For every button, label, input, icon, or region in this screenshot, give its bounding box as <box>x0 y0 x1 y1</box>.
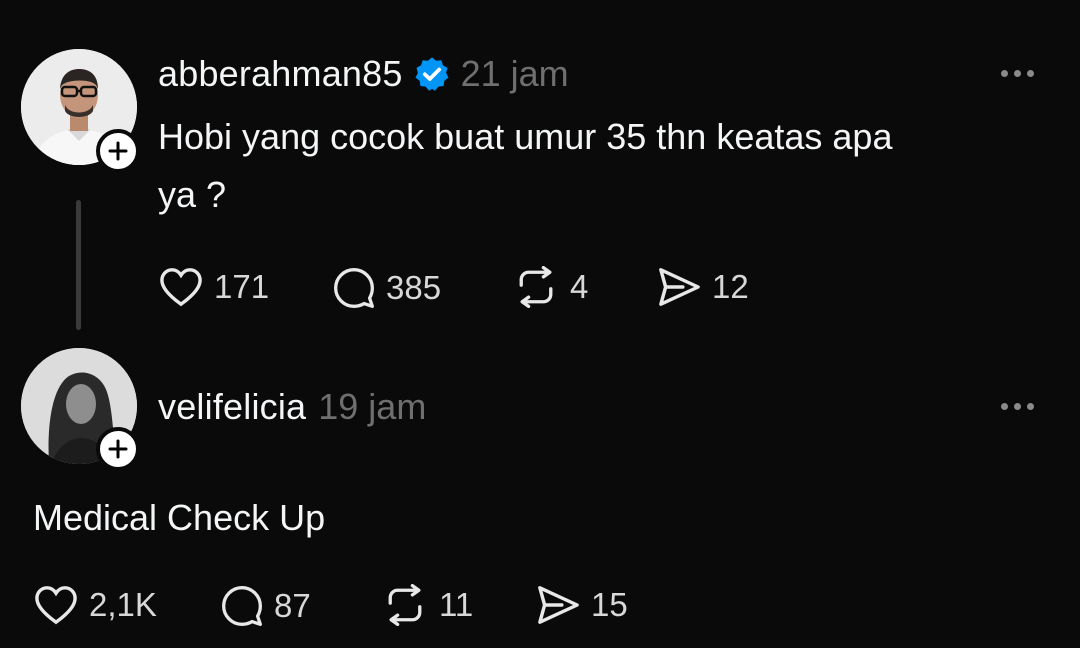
post2-username[interactable]: velifelicia <box>158 386 306 428</box>
repost-icon <box>388 584 422 626</box>
post2-reply-button[interactable]: 87 <box>220 584 311 628</box>
post1-text-line1: Hobi yang cocok buat umur 35 thn keatas … <box>158 116 893 157</box>
share-icon <box>538 586 579 624</box>
repost-icon <box>519 266 553 308</box>
post2-repost-count: 11 <box>439 586 474 623</box>
post2-text: Medical Check Up <box>33 497 326 538</box>
post1-repost-count: 4 <box>570 268 589 305</box>
heart-icon <box>35 586 77 625</box>
thread-line <box>76 200 81 330</box>
post2-more-icon[interactable] <box>1001 403 1034 410</box>
share-icon <box>659 268 700 306</box>
verified-badge-icon <box>413 55 451 93</box>
heart-icon <box>160 268 202 307</box>
comment-icon <box>334 268 374 308</box>
post1-like-count: 171 <box>214 268 270 305</box>
post1-repost-button[interactable]: 4 <box>512 266 588 308</box>
post2-like-button[interactable]: 2,1K <box>33 584 157 626</box>
follow-plus-icon[interactable] <box>96 427 140 471</box>
post2-share-button[interactable]: 15 <box>535 584 628 626</box>
post1-reply-button[interactable]: 385 <box>332 266 441 310</box>
post1-reply-count: 385 <box>386 269 442 306</box>
post1-more-icon[interactable] <box>1001 70 1034 77</box>
post1-text-line2: ya ? <box>158 174 227 215</box>
post1-username[interactable]: abberahman85 <box>158 53 403 95</box>
post2-reply-count: 87 <box>274 587 311 624</box>
comment-icon <box>222 586 262 626</box>
post1-share-button[interactable]: 12 <box>656 266 749 308</box>
post2-like-count: 2,1K <box>89 586 157 623</box>
follow-plus-icon[interactable] <box>96 129 140 173</box>
post2-time: 19 jam <box>318 386 427 427</box>
post1-share-count: 12 <box>712 268 749 305</box>
post2-share-count: 15 <box>591 586 628 623</box>
post2-repost-button[interactable]: 11 <box>381 584 473 626</box>
post1-like-button[interactable]: 171 <box>158 266 269 308</box>
post1-time: 21 jam <box>460 53 569 94</box>
